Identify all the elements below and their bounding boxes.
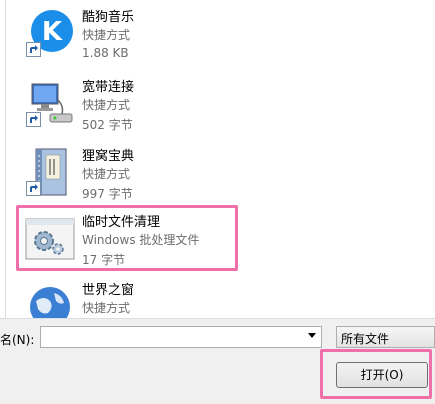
shortcut-arrow-icon [26,112,41,127]
book-icon [24,147,76,199]
file-item-theworld[interactable]: 世界之窗 快捷方式 [20,275,280,318]
shortcut-arrow-icon [26,42,41,57]
file-name: 世界之窗 [82,283,135,298]
file-name: 狸窝宝典 [82,149,135,164]
chevron-down-icon[interactable] [308,333,316,338]
file-size: 1.88 KB [82,46,129,60]
svg-text:K: K [42,17,63,47]
file-type: 快捷方式 [82,167,131,181]
file-item-kugou[interactable]: K 酷狗音乐 快捷方式 1.88 KB [20,2,280,68]
list-border [5,0,6,318]
highlight-open-button [320,349,432,399]
shortcut-arrow-icon [26,181,41,196]
globe-icon [24,281,76,318]
file-item-broadband[interactable]: 宽带连接 快捷方式 502 字节 [20,72,280,138]
filename-input[interactable] [40,326,322,348]
highlight-selected-file [16,205,238,271]
file-name: 宽带连接 [82,80,135,95]
file-type: 快捷方式 [82,98,131,112]
file-type: 快捷方式 [82,301,131,315]
file-size: 997 字节 [82,187,133,201]
filename-label: 名(N): [0,333,35,347]
file-name: 酷狗音乐 [82,10,135,25]
file-type-filter[interactable]: 所有文件 [336,326,435,348]
kugou-icon: K [24,8,76,60]
file-size: 502 字节 [82,118,133,132]
file-item-liwo[interactable]: 狸窝宝典 快捷方式 997 字节 [20,141,280,207]
file-type: 快捷方式 [82,28,131,42]
network-icon [24,78,76,130]
